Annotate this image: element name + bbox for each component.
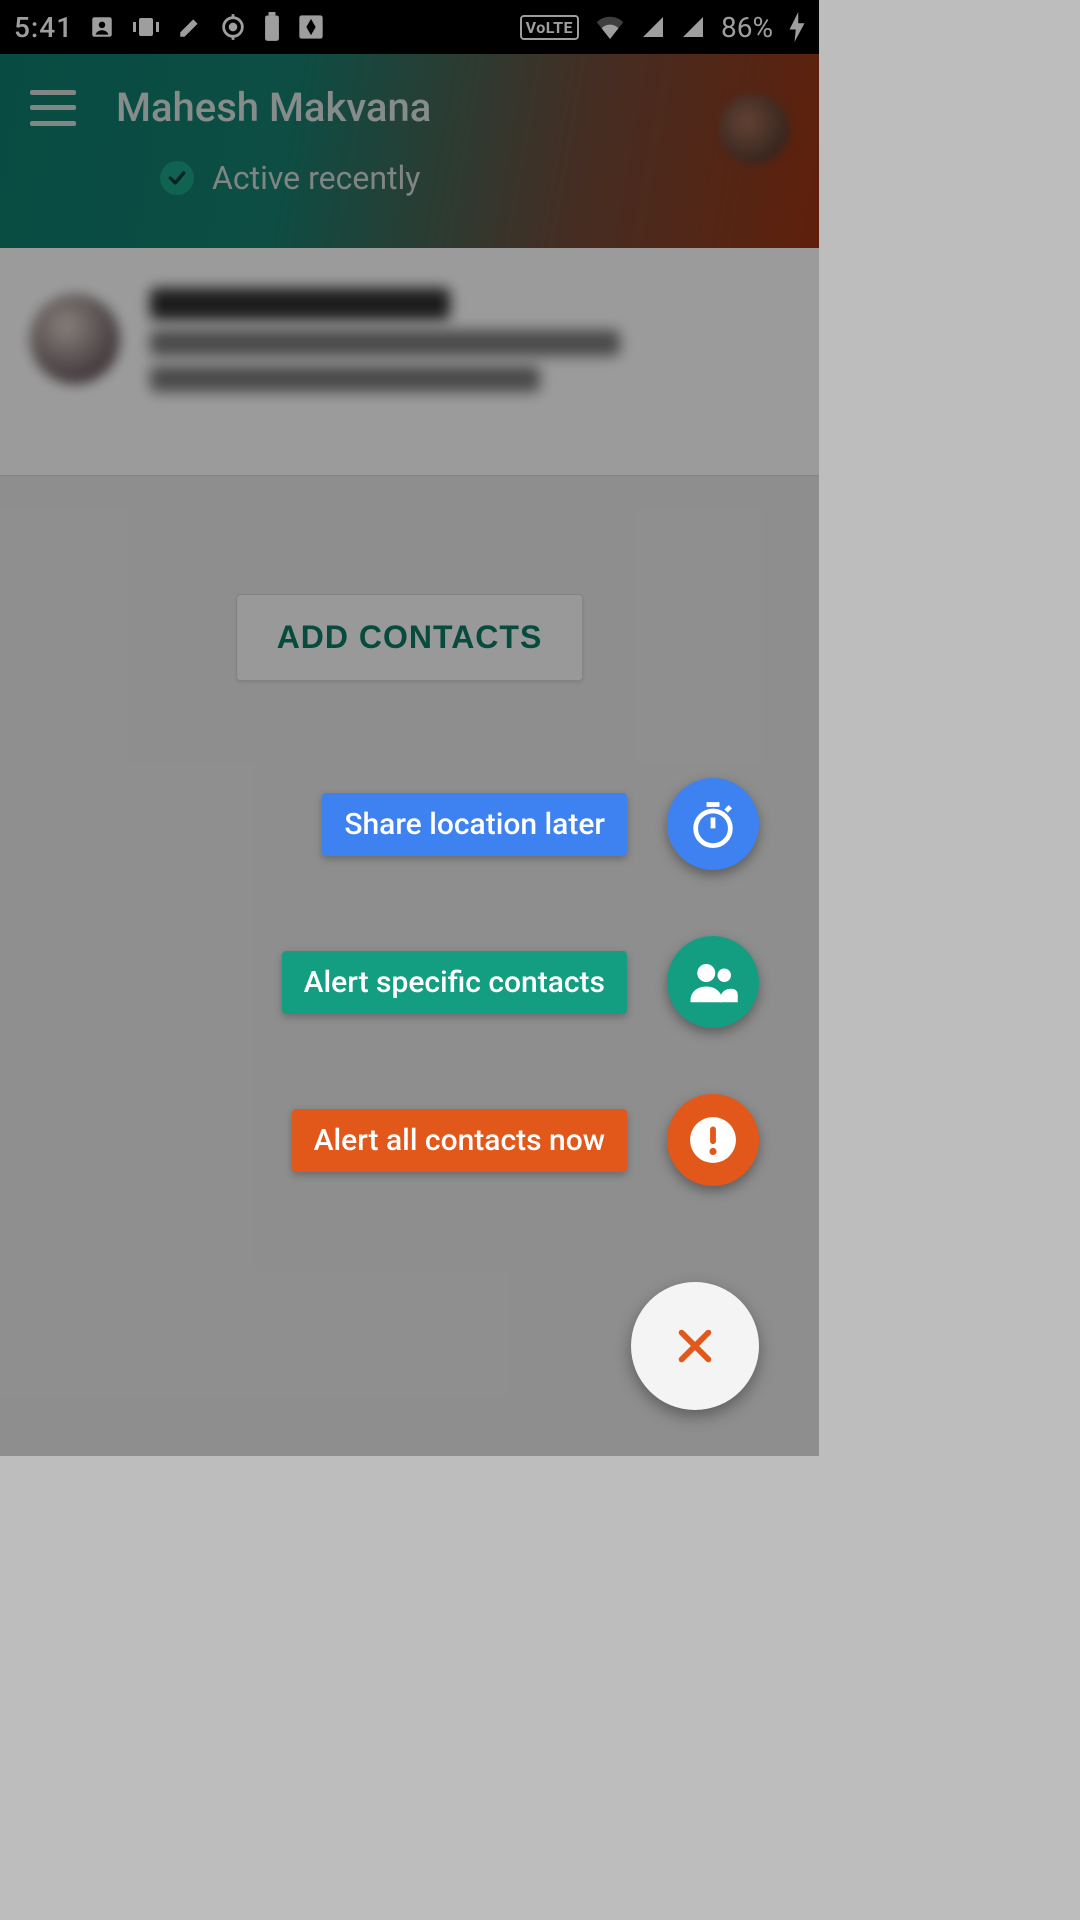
fab-row-alert-all: Alert all contacts now bbox=[292, 1094, 759, 1186]
vibrate-icon bbox=[131, 15, 161, 39]
presence-row: Active recently bbox=[0, 159, 819, 197]
people-icon bbox=[686, 955, 740, 1009]
status-bar-right: VoLTE 86% bbox=[520, 11, 805, 44]
volte-badge: VoLTE bbox=[520, 15, 579, 40]
fab-label-alert-specific[interactable]: Alert specific contacts bbox=[282, 951, 627, 1014]
menu-icon[interactable] bbox=[30, 90, 76, 126]
fab-label-alert-all[interactable]: Alert all contacts now bbox=[292, 1109, 627, 1172]
presence-text: Active recently bbox=[212, 159, 420, 197]
fab-alert-all[interactable] bbox=[667, 1094, 759, 1186]
add-contacts-button[interactable]: ADD CONTACTS bbox=[236, 594, 584, 681]
status-bar: 5:41 VoLTE 86% bbox=[0, 0, 819, 54]
battery-percent: 86% bbox=[721, 11, 773, 44]
contact-name-blurred bbox=[150, 288, 450, 320]
wifi-icon bbox=[595, 15, 625, 39]
charging-bolt-icon bbox=[789, 12, 805, 42]
signal-1-icon bbox=[641, 15, 665, 39]
fab-row-alert-specific: Alert specific contacts bbox=[282, 936, 759, 1028]
alert-circle-icon bbox=[688, 1115, 738, 1165]
battery-icon bbox=[263, 12, 281, 42]
photos-icon bbox=[297, 13, 325, 41]
fab-label-share-later[interactable]: Share location later bbox=[322, 793, 627, 856]
avatar[interactable] bbox=[719, 94, 789, 164]
signal-2-icon bbox=[681, 15, 705, 39]
contact-card[interactable] bbox=[0, 248, 819, 476]
fab-alert-specific[interactable] bbox=[667, 936, 759, 1028]
contact-avatar bbox=[30, 294, 120, 384]
fab-close[interactable] bbox=[631, 1282, 759, 1410]
fab-menu: Share location later Alert specific cont… bbox=[282, 778, 759, 1410]
status-bar-left: 5:41 bbox=[14, 11, 325, 44]
edit-icon bbox=[177, 14, 203, 40]
check-circle-icon bbox=[160, 161, 194, 195]
status-clock: 5:41 bbox=[14, 11, 73, 44]
contact-card-icon bbox=[89, 14, 115, 40]
location-target-icon bbox=[219, 13, 247, 41]
stopwatch-icon bbox=[687, 798, 739, 850]
contact-text-block bbox=[150, 288, 620, 435]
page-title: Mahesh Makvana bbox=[116, 84, 431, 131]
app-header: Mahesh Makvana Active recently bbox=[0, 54, 819, 248]
close-icon bbox=[672, 1323, 718, 1369]
fab-share-later[interactable] bbox=[667, 778, 759, 870]
contact-status-blurred bbox=[150, 366, 540, 392]
contact-email-blurred bbox=[150, 330, 620, 356]
fab-row-share-later: Share location later bbox=[322, 778, 759, 870]
